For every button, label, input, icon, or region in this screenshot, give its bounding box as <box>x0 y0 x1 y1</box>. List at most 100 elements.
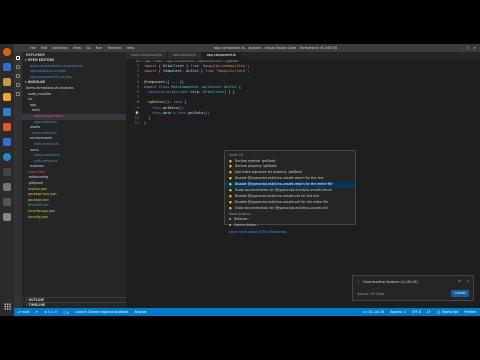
code-token: getData <box>188 110 204 115</box>
quick-fix-label: Show documentation for @typescript-eslin… <box>234 205 328 210</box>
file-tree: forms-formations-vtt-modules node_modules… <box>22 86 126 220</box>
learn-more-link[interactable]: Learn more about JS/TS refactorings <box>225 229 355 235</box>
file-tree-label: users <box>30 147 39 152</box>
file-tree-label: users.module.ts <box>34 153 60 158</box>
file-tree-label: package-lock.json <box>28 192 57 197</box>
file-tree-label: angular.json <box>28 186 48 191</box>
file-tree-label: tsconfig.json <box>28 214 49 219</box>
status-item[interactable]: Launch Chrome against localhost <box>75 310 128 315</box>
file-tree-label: app.component.ts <box>34 113 63 118</box>
status-item[interactable]: UTF-8 <box>412 310 421 314</box>
editor-tab[interactable]: main.component.ts <box>126 52 168 59</box>
code-token: HttpClient <box>203 89 225 94</box>
code-line: 12} <box>126 121 480 126</box>
menu-item[interactable]: Edit <box>41 46 48 50</box>
explorer-icon[interactable] <box>16 56 20 60</box>
lightbulb-icon: ● <box>229 205 232 210</box>
file-tree-label: tsconfig.app.json <box>28 209 56 214</box>
software-icon[interactable] <box>3 123 11 131</box>
maximize-button[interactable]: □ <box>466 46 469 50</box>
file-tree-label: README.md <box>28 203 48 208</box>
files-icon[interactable] <box>3 78 11 86</box>
extensions-icon[interactable] <box>16 92 20 96</box>
file-tree-label: app <box>30 102 36 107</box>
search-icon[interactable] <box>16 65 20 69</box>
lightbulb-icon[interactable]: 💡 <box>135 111 139 116</box>
editor-tab[interactable]: app.module.ts <box>167 52 202 59</box>
open-editors-list: main.component.ts src/app/main app.module… <box>22 64 126 81</box>
code-token: private <box>173 89 191 94</box>
app-icon[interactable] <box>3 198 11 206</box>
code-token: http <box>190 89 199 94</box>
firefox-icon[interactable] <box>3 48 11 56</box>
status-item[interactable]: ⟳ <box>36 310 39 315</box>
code-token: import <box>144 69 159 74</box>
status-item[interactable]: ⓘ 0 <box>63 310 69 315</box>
status-item[interactable]: LF <box>427 310 431 314</box>
open-editor-label: main.component.ts src/app/main <box>30 63 83 68</box>
code-token: { <box>184 100 187 105</box>
status-item[interactable]: {} TypeScript <box>437 310 459 314</box>
editor-tab[interactable]: app.component.ts <box>201 52 242 59</box>
code-token: this <box>152 110 161 115</box>
writer-icon[interactable] <box>3 108 11 116</box>
close-icon[interactable]: × <box>466 279 469 283</box>
minimize-button[interactable]: – <box>460 46 462 50</box>
menu-item[interactable]: View <box>73 46 81 50</box>
file-tree-label: index.html <box>28 169 45 174</box>
code-token: constructor <box>148 89 172 94</box>
file-tree-label: app.module.ts <box>34 119 57 124</box>
status-item[interactable]: Prettier <box>464 310 476 314</box>
window-title: app.component.ts - angular - Visual Stud… <box>214 46 338 50</box>
code-token: (); <box>203 110 210 115</box>
status-item[interactable]: Spaces: 2 <box>390 310 406 314</box>
code-token: Component <box>162 69 182 74</box>
menu-item[interactable]: Run <box>96 46 103 50</box>
editor-tabs: main.component.ts app.module.ts app.compon… <box>126 52 480 59</box>
file-tree-label: environments <box>30 136 52 141</box>
code-editor[interactable]: 1 import { HttpClient } from '@angular/co… <box>126 64 480 126</box>
menu-item[interactable]: File <box>30 46 36 50</box>
open-editor-label: app.component.ts src/app <box>30 74 72 79</box>
notification-message: Downloading Updates (4,145 kB) <box>363 280 418 284</box>
menu-item[interactable]: Selection <box>52 46 68 50</box>
cancel-button[interactable]: Cancel <box>451 290 469 297</box>
more-action-label: Source Action... <box>234 222 260 227</box>
file-tree-label: node_modules <box>28 91 52 96</box>
run-debug-icon[interactable] <box>16 83 20 87</box>
code-token: data <box>162 110 172 115</box>
trash-icon[interactable] <box>3 213 11 221</box>
title-bar: File Edit Selection View Go Run Terminal Help a… <box>14 44 480 52</box>
rhythmbox-icon[interactable] <box>3 93 11 101</box>
file-tree-label: forms-formations-vtt-modules <box>26 85 74 90</box>
window-controls: – □ × <box>460 46 476 50</box>
code-token: OnInit <box>186 69 199 74</box>
ubuntu-dock <box>0 44 14 316</box>
status-item[interactable]: Angular <box>134 310 146 315</box>
status-item[interactable]: ⊗ 0 ⚠ 0 <box>44 310 57 315</box>
file-tree-label: auth.service.ts <box>34 158 58 163</box>
file-tree-label: main.module.ts <box>34 141 59 146</box>
file-tree-item[interactable]: tsconfig.json <box>22 215 126 221</box>
menu-item[interactable]: Go <box>86 46 91 50</box>
gear-icon[interactable]: ⚙ <box>458 279 461 283</box>
status-item[interactable]: ⎇ main <box>17 310 30 315</box>
menu-item[interactable]: Help <box>127 46 135 50</box>
status-item[interactable]: Ln 10, Col 20 <box>363 310 384 314</box>
thunderbird-icon[interactable] <box>3 63 11 71</box>
code-token: from <box>205 69 216 74</box>
explorer-sidebar: EXPLORER ▾ OPEN EDITORS main.component.t… <box>22 52 126 308</box>
terminal-icon[interactable] <box>3 168 11 176</box>
screen-frame: File Edit Selection View Go Run Terminal Help a… <box>0 44 480 316</box>
open-editor-label: app.module.ts src/app <box>30 69 66 74</box>
settings-icon[interactable] <box>3 183 11 191</box>
help-icon[interactable] <box>3 138 11 146</box>
close-button[interactable]: × <box>473 46 476 50</box>
file-tree-label: modules <box>30 164 44 169</box>
vscode-icon[interactable] <box>3 153 11 161</box>
source-control-icon[interactable] <box>16 74 20 78</box>
show-apps-icon[interactable] <box>3 303 11 310</box>
update-notification: ⓘ Downloading Updates (4,145 kB) ⚙ × Sour… <box>352 275 474 301</box>
menu-item[interactable]: Terminal <box>107 46 121 50</box>
code-token: ) { } <box>224 89 235 94</box>
